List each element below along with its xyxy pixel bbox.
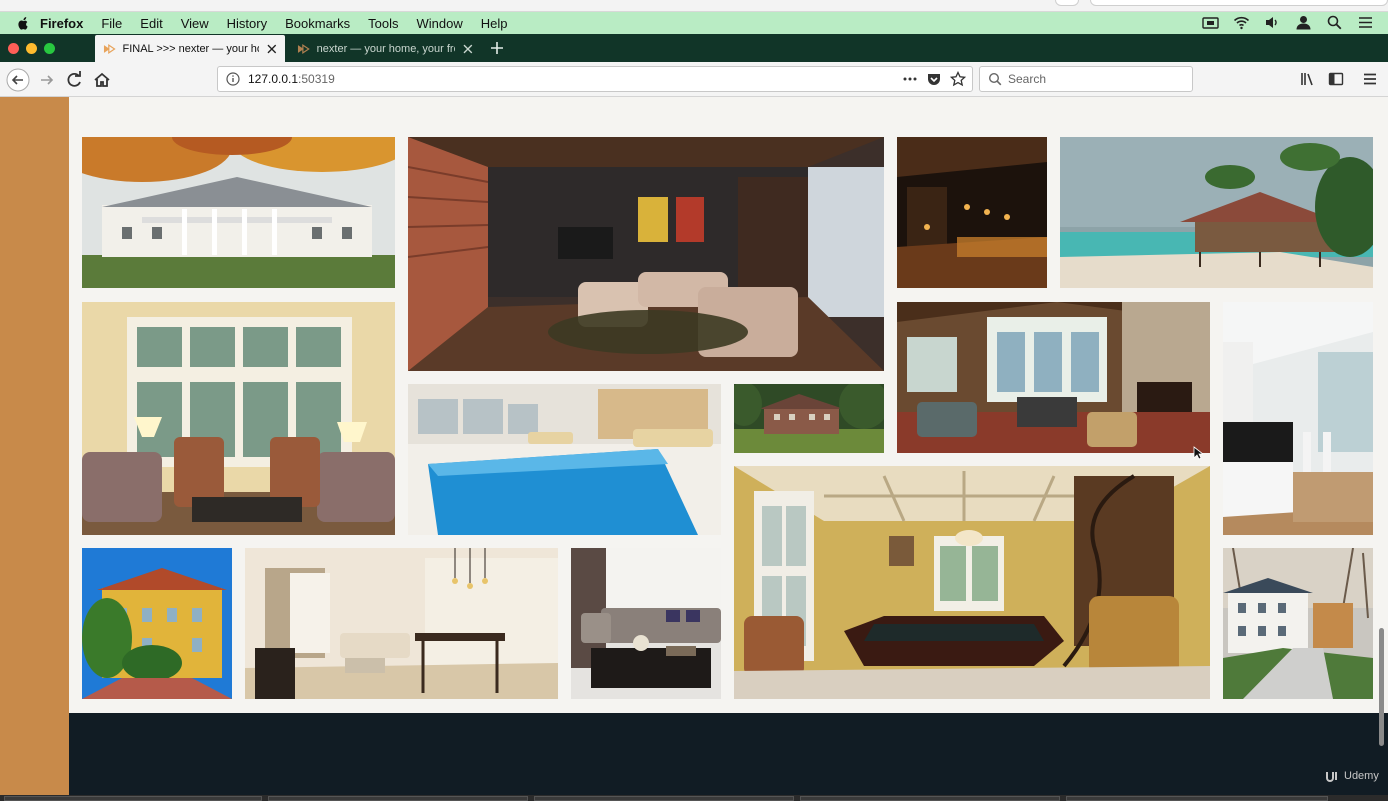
search-placeholder: Search bbox=[1008, 72, 1047, 86]
gallery-photo-dark-bar[interactable] bbox=[897, 137, 1047, 288]
menu-window[interactable]: Window bbox=[417, 16, 463, 31]
gallery-photo-white-house-driveway[interactable] bbox=[1223, 548, 1373, 699]
apple-icon[interactable] bbox=[16, 16, 30, 30]
tab-final-nexter[interactable]: FINAL >>> nexter — your home bbox=[95, 35, 285, 62]
gallery-photo-sunroom[interactable] bbox=[82, 302, 395, 535]
close-tab-icon[interactable] bbox=[267, 44, 277, 54]
search-icon bbox=[988, 72, 1002, 86]
taskbar-item[interactable] bbox=[268, 796, 528, 801]
url-bar[interactable]: 127.0.0.1:50319 bbox=[217, 66, 973, 92]
maximize-window-button[interactable] bbox=[44, 43, 55, 54]
udemy-label: Udemy bbox=[1344, 770, 1379, 782]
tab-bar: FINAL >>> nexter — your home nexter — yo… bbox=[0, 34, 1388, 62]
gallery-photo-modern-sofa[interactable] bbox=[571, 548, 721, 699]
sidebar-icon[interactable] bbox=[1328, 71, 1344, 87]
bookmark-star-icon[interactable] bbox=[950, 71, 966, 87]
mac-menubar: Firefox File Edit View History Bookmarks… bbox=[0, 12, 1388, 34]
url-actions bbox=[902, 71, 966, 87]
gallery-photo-rustic-great-room[interactable] bbox=[897, 302, 1210, 453]
gallery-photo-modern-kitchen[interactable] bbox=[1223, 302, 1373, 535]
mouse-cursor-icon bbox=[1193, 446, 1203, 460]
page-scrollbar-thumb[interactable] bbox=[1379, 628, 1384, 746]
taskbar-strip bbox=[0, 795, 1388, 801]
url-host: 127.0.0.1 bbox=[248, 72, 299, 86]
gallery-photo-white-colonial-mansion[interactable] bbox=[82, 137, 395, 288]
forward-arrow-icon[interactable] bbox=[35, 68, 59, 92]
menu-view[interactable]: View bbox=[181, 16, 209, 31]
left-decorative-strip bbox=[0, 97, 69, 801]
taskbar-item[interactable] bbox=[800, 796, 1060, 801]
reload-icon[interactable] bbox=[62, 68, 86, 92]
navigation-toolbar: 127.0.0.1:50319 Search bbox=[0, 62, 1388, 97]
gallery-photo-beach-resort[interactable] bbox=[1060, 137, 1373, 288]
udemy-logo-icon bbox=[1326, 772, 1337, 782]
ghost-field bbox=[1090, 0, 1388, 6]
site-info-icon[interactable] bbox=[226, 72, 240, 86]
page-actions-icon[interactable] bbox=[902, 71, 918, 87]
tab-title: nexter — your home, your freedom bbox=[316, 42, 456, 55]
menu-edit[interactable]: Edit bbox=[140, 16, 162, 31]
spotlight-search-icon[interactable] bbox=[1326, 15, 1343, 30]
page-favicon-icon bbox=[297, 43, 310, 54]
page-footer bbox=[69, 713, 1388, 795]
gallery-photo-living-room[interactable] bbox=[408, 137, 884, 371]
taskbar-item[interactable] bbox=[534, 796, 794, 801]
user-icon[interactable] bbox=[1295, 15, 1312, 30]
menu-history[interactable]: History bbox=[227, 16, 267, 31]
taskbar-item[interactable] bbox=[4, 796, 262, 801]
gallery-photo-brick-house[interactable] bbox=[734, 384, 884, 453]
udemy-watermark: Udemy bbox=[1324, 768, 1379, 784]
menu-bookmarks[interactable]: Bookmarks bbox=[285, 16, 350, 31]
home-icon[interactable] bbox=[90, 68, 114, 92]
ghost-control bbox=[1055, 0, 1079, 6]
back-arrow-icon[interactable] bbox=[6, 68, 30, 92]
tab-nexter[interactable]: nexter — your home, your freedom bbox=[289, 35, 481, 62]
tab-title: FINAL >>> nexter — your home bbox=[122, 42, 260, 55]
menu-app-name[interactable]: Firefox bbox=[40, 16, 83, 31]
close-window-button[interactable] bbox=[8, 43, 19, 54]
hamburger-menu-icon[interactable] bbox=[1362, 71, 1378, 87]
wifi-icon[interactable] bbox=[1233, 15, 1250, 30]
gallery-photo-billiard-room[interactable] bbox=[734, 466, 1210, 699]
page-favicon-icon bbox=[103, 43, 116, 54]
window-top-strip bbox=[0, 0, 1388, 12]
close-tab-icon[interactable] bbox=[463, 44, 473, 54]
volume-icon[interactable] bbox=[1264, 15, 1281, 30]
gallery-photo-indoor-pool[interactable] bbox=[408, 384, 721, 535]
minimize-window-button[interactable] bbox=[26, 43, 37, 54]
pocket-icon[interactable] bbox=[926, 71, 942, 87]
status-icons bbox=[1202, 15, 1374, 30]
menu-help[interactable]: Help bbox=[481, 16, 508, 31]
menu-tools[interactable]: Tools bbox=[368, 16, 398, 31]
new-tab-plus-icon[interactable] bbox=[489, 40, 505, 56]
search-bar[interactable]: Search bbox=[979, 66, 1193, 92]
gallery-photo-yellow-villa[interactable] bbox=[82, 548, 232, 699]
notification-center-icon[interactable] bbox=[1357, 15, 1374, 30]
screen-record-icon[interactable] bbox=[1202, 15, 1219, 30]
library-icon[interactable] bbox=[1300, 71, 1316, 87]
url-port: :50319 bbox=[298, 72, 335, 86]
taskbar-item[interactable] bbox=[1066, 796, 1328, 801]
gallery-photo-beige-dining[interactable] bbox=[245, 548, 558, 699]
menu-file[interactable]: File bbox=[101, 16, 122, 31]
